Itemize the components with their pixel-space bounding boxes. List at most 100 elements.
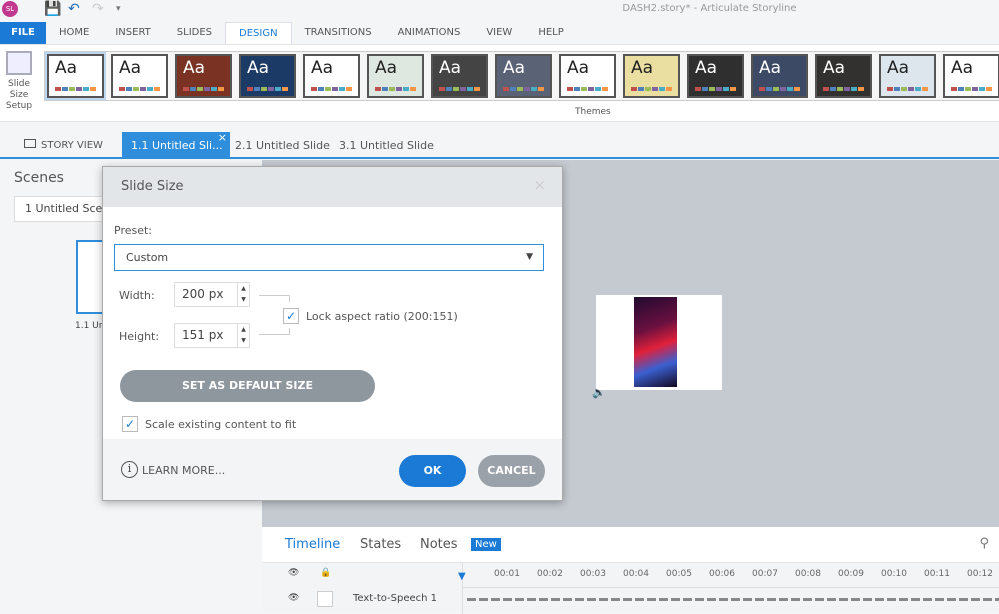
- scale-content-checkbox[interactable]: ✓: [122, 416, 138, 432]
- slide-tab-1[interactable]: 1.1 Untitled Sli... ×: [122, 131, 230, 159]
- chevron-down-icon: ▼: [526, 252, 533, 262]
- height-value: 151 px: [182, 328, 224, 342]
- timeline-tick: 00:10: [881, 569, 907, 579]
- learn-more-link[interactable]: LEARN MORE...: [142, 464, 225, 477]
- slide-size-setup-button[interactable]: Slide Size Setup: [3, 51, 35, 112]
- tab-file[interactable]: FILE: [0, 22, 46, 44]
- theme-color-swatches: [695, 87, 736, 91]
- lock-icon[interactable]: 🔒: [320, 568, 331, 578]
- preset-select[interactable]: Custom ▼: [114, 244, 544, 271]
- tab-states[interactable]: States: [360, 537, 401, 552]
- theme-color-swatches: [311, 87, 352, 91]
- theme-sample-text: Aa: [503, 58, 526, 78]
- theme-sample-text: Aa: [311, 58, 334, 78]
- preset-value: Custom: [126, 251, 169, 264]
- timeline-tick: 00:09: [838, 569, 864, 579]
- theme-color-swatches: [55, 87, 96, 91]
- stepper-arrows[interactable]: ▲ ▼: [237, 283, 249, 306]
- close-icon[interactable]: ×: [218, 124, 227, 151]
- theme-sample-text: Aa: [375, 58, 398, 78]
- theme-color-swatches: [183, 87, 224, 91]
- theme-color-swatches: [375, 87, 416, 91]
- timeline-options-icon[interactable]: ⚲: [979, 536, 989, 551]
- theme-thumbnail[interactable]: Aa: [431, 54, 488, 98]
- eye-icon[interactable]: 👁: [288, 568, 299, 578]
- theme-thumbnail[interactable]: Aa: [239, 54, 296, 98]
- theme-thumbnail[interactable]: Aa: [111, 54, 168, 98]
- timeline-tick: 00:04: [623, 569, 649, 579]
- theme-color-swatches: [567, 87, 608, 91]
- tab-view[interactable]: VIEW: [473, 22, 525, 44]
- theme-thumbnail[interactable]: Aa: [175, 54, 232, 98]
- theme-sample-text: Aa: [695, 58, 718, 78]
- close-icon[interactable]: ×: [533, 176, 546, 194]
- theme-thumbnail[interactable]: Aa: [879, 54, 936, 98]
- theme-color-swatches: [759, 87, 800, 91]
- ribbon: Slide Size Setup Aa Aa Aa Aa Aa Aa Aa Aa Aa Aa Aa A…: [0, 44, 999, 122]
- timeline-tick: 00:06: [709, 569, 735, 579]
- set-default-size-button[interactable]: SET AS DEFAULT SIZE: [120, 370, 375, 402]
- theme-thumbnail[interactable]: Aa: [623, 54, 680, 98]
- theme-thumbnail[interactable]: Aa: [495, 54, 552, 98]
- theme-thumbnail[interactable]: Aa: [303, 54, 360, 98]
- tab-animations[interactable]: ANIMATIONS: [385, 22, 474, 44]
- theme-sample-text: Aa: [823, 58, 846, 78]
- timeline-panel: Timeline States Notes New ⚲ 👁 🔒 ▼ 👁 Text…: [262, 527, 999, 614]
- height-label: Height:: [119, 330, 160, 343]
- lock-aspect-checkbox[interactable]: ✓: [283, 308, 299, 324]
- divider: [462, 587, 999, 588]
- lock-toggle[interactable]: [317, 591, 333, 607]
- theme-sample-text: Aa: [247, 58, 270, 78]
- tab-home[interactable]: HOME: [46, 22, 102, 44]
- theme-sample-text: Aa: [567, 58, 590, 78]
- slide-tab-2[interactable]: 2.1 Untitled Slide: [235, 132, 330, 159]
- theme-color-swatches: [823, 87, 864, 91]
- theme-thumbnail[interactable]: Aa: [367, 54, 424, 98]
- theme-color-swatches: [887, 87, 928, 91]
- story-view-tab[interactable]: STORY VIEW: [24, 132, 103, 159]
- theme-thumbnail[interactable]: Aa: [45, 52, 106, 100]
- slide-tabs: STORY VIEW 1.1 Untitled Sli... × 2.1 Unti…: [0, 131, 999, 159]
- stepper-arrows[interactable]: ▲ ▼: [237, 324, 249, 347]
- slide-tab-label: 1.1 Untitled Sli...: [131, 139, 223, 152]
- tab-insert[interactable]: INSERT: [102, 22, 163, 44]
- playhead[interactable]: ▼: [458, 571, 466, 582]
- story-view-icon: [24, 139, 36, 148]
- slide-size-setup-label: Slide Size Setup: [5, 79, 33, 111]
- tab-slides[interactable]: SLIDES: [164, 22, 225, 44]
- themes-gallery: Aa Aa Aa Aa Aa Aa Aa Aa Aa Aa Aa Aa Aa Aa Aa: [44, 51, 999, 101]
- width-stepper[interactable]: 200 px ▲ ▼: [174, 282, 250, 307]
- tab-design[interactable]: DESIGN: [225, 22, 292, 44]
- slide-size-dialog: Slide Size × Preset: Custom ▼ Width: 200 …: [102, 166, 563, 501]
- timeline-tick: 00:07: [752, 569, 778, 579]
- scale-content-label: Scale existing content to fit: [145, 418, 297, 431]
- theme-thumbnail[interactable]: Aa: [687, 54, 744, 98]
- slide-image[interactable]: [634, 297, 677, 387]
- timeline-tick: 00:08: [795, 569, 821, 579]
- theme-thumbnail[interactable]: Aa: [815, 54, 872, 98]
- theme-sample-text: Aa: [631, 58, 654, 78]
- tab-notes[interactable]: Notes: [420, 537, 458, 552]
- theme-thumbnail[interactable]: Aa: [943, 54, 999, 98]
- speaker-icon[interactable]: 🔈: [592, 386, 606, 399]
- tab-timeline[interactable]: Timeline: [285, 537, 340, 552]
- tab-transitions[interactable]: TRANSITIONS: [292, 22, 385, 44]
- eye-icon[interactable]: 👁: [288, 593, 299, 603]
- cancel-button[interactable]: CANCEL: [478, 455, 545, 487]
- timeline-tick: 00:11: [924, 569, 950, 579]
- theme-sample-text: Aa: [55, 58, 78, 78]
- slide-stage[interactable]: [596, 295, 722, 390]
- dialog-header: Slide Size ×: [103, 167, 562, 207]
- theme-color-swatches: [247, 87, 288, 91]
- theme-thumbnail[interactable]: Aa: [559, 54, 616, 98]
- theme-sample-text: Aa: [119, 58, 142, 78]
- height-stepper[interactable]: 151 px ▲ ▼: [174, 323, 250, 348]
- theme-sample-text: Aa: [951, 58, 974, 78]
- dialog-footer: i LEARN MORE... OK CANCEL: [103, 439, 562, 500]
- slide-tab-3[interactable]: 3.1 Untitled Slide: [339, 132, 434, 159]
- tab-help[interactable]: HELP: [525, 22, 576, 44]
- ok-button[interactable]: OK: [399, 455, 466, 487]
- theme-thumbnail[interactable]: Aa: [751, 54, 808, 98]
- audio-waveform[interactable]: [467, 598, 999, 601]
- theme-color-swatches: [503, 87, 544, 91]
